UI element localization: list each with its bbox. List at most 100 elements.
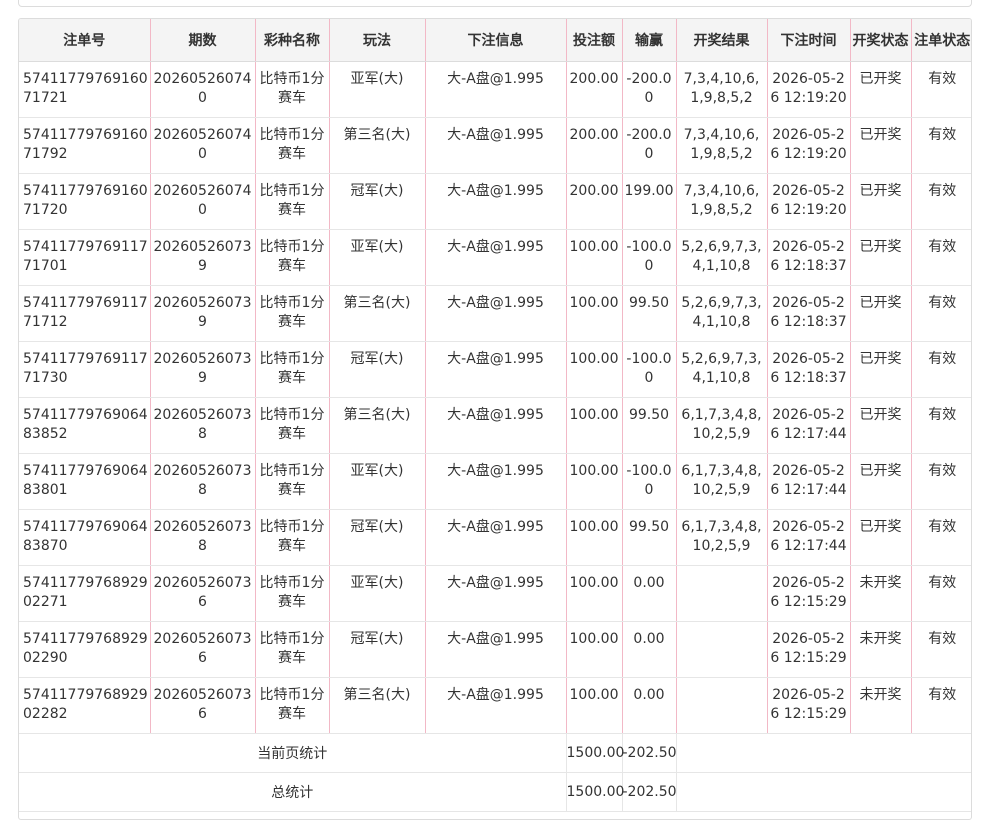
period-cell: 202605260739 — [150, 285, 256, 342]
lottery-name-cell: 比特币1分赛车 — [255, 341, 330, 398]
bet-id-cell: 5741177976906483870 — [19, 509, 151, 566]
win-loss-cell: -100.00 — [622, 453, 677, 510]
header-bet-time: 下注时间 — [767, 19, 851, 62]
draw-result-cell: 6,1,7,3,4,8,10,2,5,9 — [676, 453, 768, 510]
period-cell: 202605260740 — [150, 117, 256, 174]
bet-id-cell: 5741177976911771701 — [19, 229, 151, 286]
bet-status-cell: 有效 — [911, 621, 971, 678]
bet-id-cell: 5741177976911771712 — [19, 285, 151, 342]
draw-result-cell: 7,3,4,10,6,1,9,8,5,2 — [676, 173, 768, 230]
play-type-cell: 第三名(大) — [329, 397, 426, 454]
bet-info-cell: 大-A盘@1.995 — [425, 341, 567, 398]
bet-time-cell: 2026-05-26 12:19:20 — [767, 117, 851, 174]
win-loss-cell: 0.00 — [622, 621, 677, 678]
bet-amount-cell: 200.00 — [566, 61, 623, 118]
bet-id-cell: 5741177976916071720 — [19, 173, 151, 230]
period-cell: 202605260738 — [150, 397, 256, 454]
bet-id-cell: 5741177976906483852 — [19, 397, 151, 454]
win-loss-cell: 199.00 — [622, 173, 677, 230]
win-loss-cell: 99.50 — [622, 397, 677, 454]
draw-result-cell: 5,2,6,9,7,3,4,1,10,8 — [676, 229, 768, 286]
header-bet-id: 注单号 — [19, 19, 151, 62]
table-row: 5741177976916071721 202605260740 比特币1分赛车 亚军… — [19, 61, 971, 118]
win-loss-cell: 99.50 — [622, 285, 677, 342]
lottery-name-cell: 比特币1分赛车 — [255, 397, 330, 454]
bet-status-cell: 有效 — [911, 677, 971, 734]
bet-status-cell: 有效 — [911, 509, 971, 566]
lottery-name-cell: 比特币1分赛车 — [255, 621, 330, 678]
bet-id-cell: 5741177976906483801 — [19, 453, 151, 510]
draw-result-cell — [676, 565, 768, 622]
bet-info-cell: 大-A盘@1.995 — [425, 509, 567, 566]
play-type-cell: 亚军(大) — [329, 565, 426, 622]
header-bet-status: 注单状态 — [911, 19, 971, 62]
bet-amount-cell: 100.00 — [566, 397, 623, 454]
lottery-name-cell: 比特币1分赛车 — [255, 509, 330, 566]
bet-time-cell: 2026-05-26 12:17:44 — [767, 453, 851, 510]
bet-amount-cell: 100.00 — [566, 453, 623, 510]
header-draw-result: 开奖结果 — [676, 19, 768, 62]
bet-time-cell: 2026-05-26 12:19:20 — [767, 61, 851, 118]
header-bet-info: 下注信息 — [425, 19, 567, 62]
table-row: 5741177976916071720 202605260740 比特币1分赛车 冠军… — [19, 173, 971, 230]
bet-status-cell: 有效 — [911, 173, 971, 230]
draw-result-cell: 6,1,7,3,4,8,10,2,5,9 — [676, 397, 768, 454]
bet-info-cell: 大-A盘@1.995 — [425, 621, 567, 678]
lottery-name-cell: 比特币1分赛车 — [255, 173, 330, 230]
period-cell: 202605260740 — [150, 61, 256, 118]
total-summary-row: 总统计 1500.00 -202.50 — [19, 772, 971, 812]
bet-info-cell: 大-A盘@1.995 — [425, 229, 567, 286]
header-play-type: 玩法 — [329, 19, 426, 62]
header-lottery-name: 彩种名称 — [255, 19, 330, 62]
bet-status-cell: 有效 — [911, 229, 971, 286]
bet-id-cell: 5741177976892902271 — [19, 565, 151, 622]
play-type-cell: 冠军(大) — [329, 509, 426, 566]
win-loss-cell: 0.00 — [622, 565, 677, 622]
header-bet-amount: 投注额 — [566, 19, 623, 62]
play-type-cell: 第三名(大) — [329, 285, 426, 342]
period-cell: 202605260738 — [150, 509, 256, 566]
draw-result-cell: 7,3,4,10,6,1,9,8,5,2 — [676, 117, 768, 174]
table-row: 5741177976892902282 202605260736 比特币1分赛车 第三… — [19, 677, 971, 734]
period-cell: 202605260736 — [150, 677, 256, 734]
lottery-name-cell: 比特币1分赛车 — [255, 453, 330, 510]
play-type-cell: 冠军(大) — [329, 173, 426, 230]
bet-status-cell: 有效 — [911, 565, 971, 622]
bet-time-cell: 2026-05-26 12:18:37 — [767, 341, 851, 398]
draw-result-cell: 5,2,6,9,7,3,4,1,10,8 — [676, 285, 768, 342]
bet-amount-cell: 100.00 — [566, 621, 623, 678]
bet-amount-cell: 200.00 — [566, 173, 623, 230]
bet-amount-cell: 100.00 — [566, 229, 623, 286]
win-loss-cell: -100.00 — [622, 341, 677, 398]
draw-result-cell — [676, 621, 768, 678]
bet-status-cell: 有效 — [911, 61, 971, 118]
bet-time-cell: 2026-05-26 12:15:29 — [767, 621, 851, 678]
total-summary-label: 总统计 — [19, 772, 567, 812]
bet-status-cell: 有效 — [911, 341, 971, 398]
bet-records-table: 注单号 期数 彩种名称 玩法 下注信息 投注额 输赢 开奖结果 下注时间 开奖状… — [19, 19, 971, 812]
page-summary-amount: 1500.00 — [566, 733, 624, 773]
bet-id-cell: 5741177976892902290 — [19, 621, 151, 678]
play-type-cell: 亚军(大) — [329, 229, 426, 286]
lottery-name-cell: 比特币1分赛车 — [255, 61, 330, 118]
bet-id-cell: 5741177976916071721 — [19, 61, 151, 118]
bet-amount-cell: 200.00 — [566, 117, 623, 174]
draw-status-cell: 未开奖 — [850, 565, 912, 622]
draw-status-cell: 未开奖 — [850, 621, 912, 678]
play-type-cell: 亚军(大) — [329, 453, 426, 510]
table-row: 5741177976906483852 202605260738 比特币1分赛车 第三… — [19, 397, 971, 454]
draw-status-cell: 已开奖 — [850, 229, 912, 286]
bet-records-table-container: 注单号 期数 彩种名称 玩法 下注信息 投注额 输赢 开奖结果 下注时间 开奖状… — [18, 18, 972, 820]
lottery-name-cell: 比特币1分赛车 — [255, 565, 330, 622]
period-cell: 202605260738 — [150, 453, 256, 510]
play-type-cell: 冠军(大) — [329, 621, 426, 678]
total-summary-amount: 1500.00 — [566, 772, 624, 812]
bet-time-cell: 2026-05-26 12:17:44 — [767, 509, 851, 566]
draw-status-cell: 已开奖 — [850, 509, 912, 566]
bet-info-cell: 大-A盘@1.995 — [425, 285, 567, 342]
bet-info-cell: 大-A盘@1.995 — [425, 677, 567, 734]
bet-time-cell: 2026-05-26 12:17:44 — [767, 397, 851, 454]
bet-time-cell: 2026-05-26 12:15:29 — [767, 677, 851, 734]
bet-amount-cell: 100.00 — [566, 285, 623, 342]
bet-time-cell: 2026-05-26 12:19:20 — [767, 173, 851, 230]
